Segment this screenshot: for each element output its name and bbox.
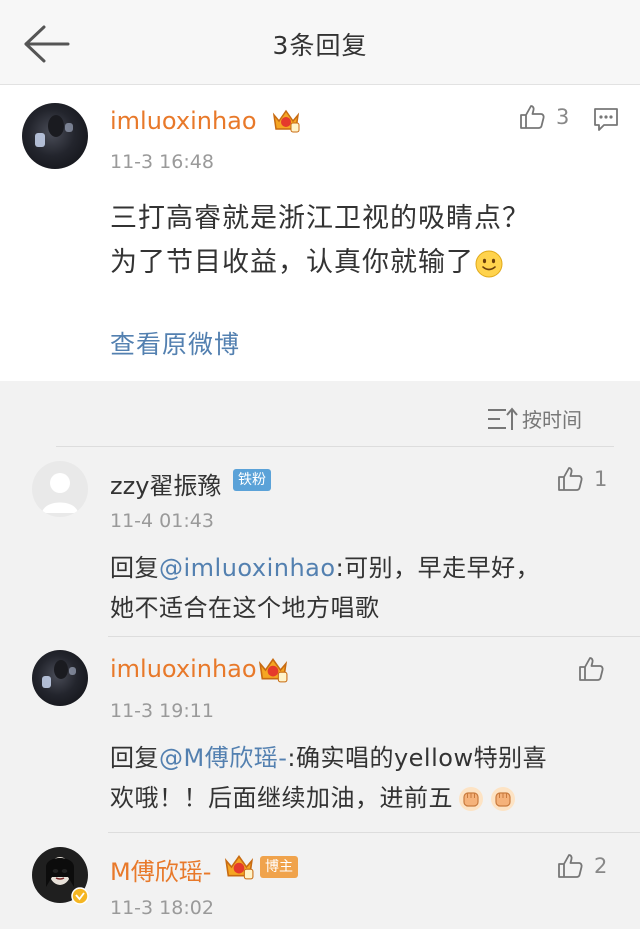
like-count: 3: [556, 105, 570, 129]
username[interactable]: imluoxinhao: [110, 107, 257, 135]
divider: [108, 832, 640, 833]
thumbs-up-icon: [520, 105, 545, 129]
top-bar: 3条回复: [0, 0, 640, 85]
comment-line-with-emoji: 为了节目收益，认真你就输了: [110, 241, 530, 285]
comment-line: 为了节目收益，认真你就输了: [110, 247, 474, 278]
sort-by-time-button[interactable]: 按时间: [486, 404, 582, 433]
divider: [56, 446, 614, 447]
like-button[interactable]: [577, 655, 605, 683]
reply-text: 回复@M傅欣瑶-:确实唱的yellow特别喜 欢哦！！后面继续加油，进前五: [110, 738, 547, 818]
sort-by-time-icon: [488, 406, 518, 430]
page-title: 3条回复: [272, 31, 368, 60]
avatar[interactable]: [32, 461, 88, 517]
sort-label: 按时间: [522, 408, 582, 432]
like-count: 1: [594, 467, 608, 491]
username[interactable]: imluoxinhao: [110, 655, 257, 683]
reply-text-rest: :可别，早走早好，: [335, 554, 541, 582]
reply-line: 她不适合在这个地方唱歌: [110, 594, 380, 622]
timestamp: 11-3 18:02: [110, 897, 214, 919]
username[interactable]: zzy翟振豫: [110, 466, 221, 501]
mention-link[interactable]: @M傅欣瑶-: [159, 744, 287, 772]
comment-button[interactable]: [592, 105, 620, 137]
timestamp: 11-4 01:43: [110, 510, 214, 532]
reply-prefix: 回复: [110, 744, 159, 772]
reply-line: 回复@imluoxinhao:可别，早走早好，: [110, 548, 540, 588]
default-avatar-icon: [42, 473, 78, 513]
fan-badge: 铁粉: [233, 469, 271, 491]
like-button[interactable]: 2: [556, 852, 607, 880]
reply-line: 欢哦！！后面继续加油，进前五: [110, 784, 453, 812]
like-button[interactable]: 3: [518, 103, 569, 131]
author-badge: 博主: [260, 856, 298, 878]
thumbs-up-icon: [558, 467, 583, 491]
crown-icon: [272, 109, 300, 133]
comment-line: 三打高睿就是浙江卫视的吸睛点？: [110, 203, 530, 234]
view-original-post-link[interactable]: 查看原微博: [110, 325, 240, 361]
divider: [108, 636, 640, 637]
mention-link[interactable]: @imluoxinhao: [159, 554, 336, 582]
comment-text: 三打高睿就是浙江卫视的吸睛点？ 为了节目收益，认真你就输了: [110, 197, 530, 285]
timestamp: 11-3 16:48: [110, 151, 214, 173]
reply-text: 回复@imluoxinhao:可别，早走早好， 她不适合在这个地方唱歌: [110, 548, 540, 628]
crown-icon: [224, 854, 254, 880]
reply-text-rest: :确实唱的yellow特别喜: [287, 744, 548, 772]
reply-line: 回复@M傅欣瑶-:确实唱的yellow特别喜: [110, 738, 547, 778]
speech-bubble-icon: [594, 108, 618, 131]
thumbs-up-icon: [579, 657, 604, 681]
fist-icon: [459, 787, 483, 811]
like-button[interactable]: 1: [556, 465, 607, 493]
thumbs-up-icon: [558, 854, 583, 878]
timestamp: 11-3 19:11: [110, 700, 214, 722]
username[interactable]: M傅欣瑶-: [110, 852, 211, 887]
main-comment: imluoxinhao 11-3 16:48 3 三打高睿就是浙江卫视的吸睛点？…: [0, 85, 640, 381]
reply-prefix: 回复: [110, 554, 159, 582]
reply-line-with-emoji: 欢哦！！后面继续加油，进前五: [110, 778, 547, 818]
crown-icon: [258, 657, 288, 683]
avatar[interactable]: [32, 650, 88, 706]
like-count: 2: [594, 854, 608, 878]
fist-icon: [491, 787, 515, 811]
smiley-icon: [475, 250, 503, 277]
avatar[interactable]: [22, 103, 88, 169]
verified-icon: [71, 887, 89, 905]
